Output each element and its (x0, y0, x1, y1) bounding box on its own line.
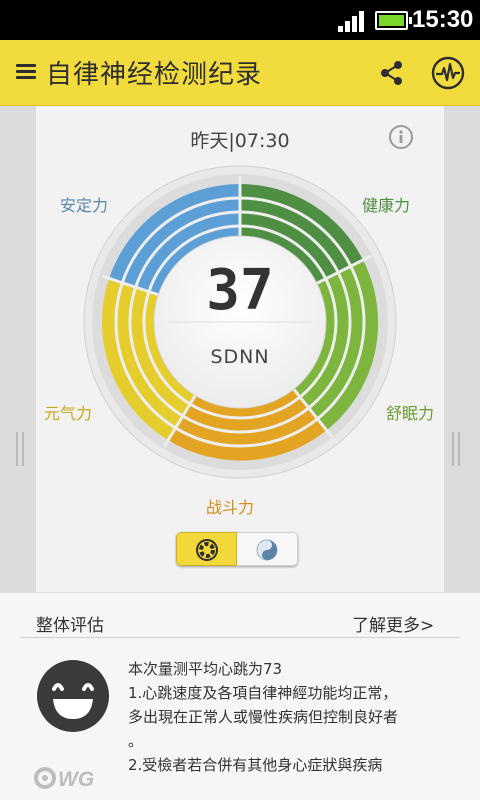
assessment-text: 本次量测平均心跳为73 1.心跳速度及各項自律神經功能均正常， 多出現在正常人或… (128, 657, 466, 777)
label-fighting: 战斗力 (206, 498, 255, 517)
ring-view-button[interactable] (176, 532, 237, 566)
yin-yang-icon (256, 539, 278, 561)
assessment-line: 。 (128, 732, 144, 750)
previous-record-panel[interactable] (0, 106, 36, 592)
divider (20, 637, 460, 638)
smiley-face-icon (37, 660, 109, 732)
drag-handle-right[interactable] (452, 432, 462, 466)
status-bar: 15:30 (0, 0, 480, 40)
battery-icon (375, 11, 412, 30)
record-datetime: 昨天|07:30 (190, 130, 290, 152)
assessment-panel: 整体评估 了解更多> 本次量测平均心跳为73 1.心跳速度及各項自律神經功能均正… (0, 592, 480, 800)
ring-icon (196, 539, 218, 561)
sdnn-value: 37 (206, 258, 274, 323)
assessment-line: 2.受檢者若合併有其他身心症狀與疾病 (128, 756, 383, 774)
share-icon[interactable] (379, 60, 405, 86)
assessment-title: 整体评估 (36, 616, 104, 636)
balance-view-button[interactable] (237, 532, 298, 566)
app-bar: 自律神经检测纪录 (0, 40, 480, 106)
next-record-panel[interactable] (444, 106, 480, 592)
brand-logo: WG (34, 767, 94, 791)
app-title: 自律神经检测纪录 (46, 60, 263, 90)
assessment-line: 1.心跳速度及各項自律神經功能均正常， (128, 684, 398, 702)
record-card: 昨天|07:30 安定力 健康力 元气力 舒眠力 战斗力 37 SDNN (36, 106, 444, 592)
drag-handle-left[interactable] (16, 432, 26, 466)
assessment-line: 多出現在正常人或慢性疾病但控制良好者 (128, 708, 399, 726)
info-icon[interactable] (388, 124, 414, 150)
heart-rate-icon[interactable] (431, 56, 465, 90)
status-time: 15:30 (412, 6, 474, 33)
learn-more-link[interactable]: 了解更多> (352, 611, 434, 636)
signal-icon (338, 10, 368, 32)
sdnn-unit: SDNN (210, 346, 270, 368)
assessment-line: 本次量测平均心跳为73 (128, 660, 283, 678)
menu-icon[interactable] (16, 64, 36, 80)
brand-logo-text: WG (58, 768, 94, 791)
view-toggle (176, 532, 298, 566)
